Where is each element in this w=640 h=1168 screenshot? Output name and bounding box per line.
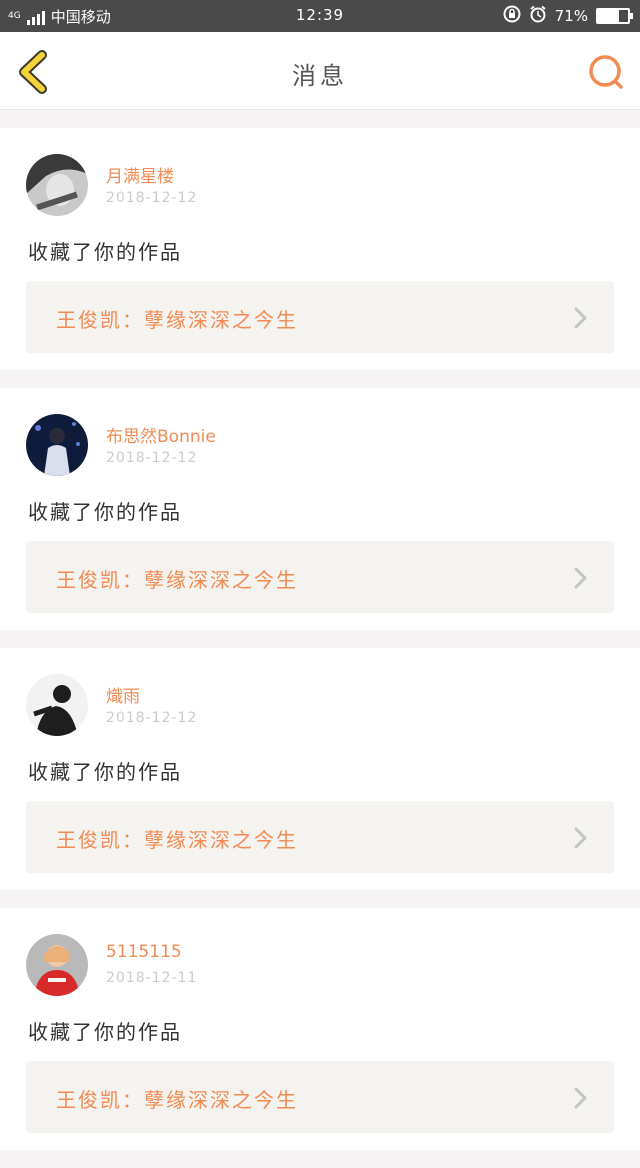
avatar[interactable]: [26, 154, 88, 216]
username[interactable]: 5115115: [106, 942, 182, 962]
status-bar: 4G 中国移动 12:39 71%: [0, 0, 640, 32]
notification-action: 收藏了你的作品: [28, 1020, 182, 1044]
notification-action: 收藏了你的作品: [28, 240, 182, 264]
chevron-right-icon: [574, 307, 587, 329]
lock-rotation-icon: [503, 5, 521, 27]
work-title: 王俊凯：孽缘深深之今生: [56, 1088, 298, 1112]
work-link[interactable]: 王俊凯：孽缘深深之今生: [26, 1061, 614, 1133]
username[interactable]: 月满星楼: [106, 162, 174, 187]
avatar[interactable]: [26, 934, 88, 996]
username[interactable]: 熾雨: [106, 682, 140, 707]
notification-date: 2018-12-12: [106, 710, 198, 726]
notification-list: 月满星楼 2018-12-12 收藏了你的作品 王俊凯：孽缘深深之今生 布思然B…: [0, 128, 640, 1168]
alarm-icon: [529, 5, 547, 27]
notification-card: 布思然Bonnie 2018-12-12 收藏了你的作品 王俊凯：孽缘深深之今生: [0, 388, 640, 630]
notification-card: 熾雨 2018-12-12 收藏了你的作品 王俊凯：孽缘深深之今生: [0, 648, 640, 890]
status-right: 71%: [503, 5, 633, 27]
battery-icon: [596, 8, 633, 24]
work-title: 王俊凯：孽缘深深之今生: [56, 568, 298, 592]
chevron-right-icon: [574, 827, 587, 849]
notification-action: 收藏了你的作品: [28, 500, 182, 524]
notification-action: 收藏了你的作品: [28, 760, 182, 784]
page-title: 消息: [292, 62, 348, 90]
work-title: 王俊凯：孽缘深深之今生: [56, 308, 298, 332]
battery-percent: 71%: [554, 7, 588, 25]
search-button[interactable]: [586, 52, 626, 92]
work-link[interactable]: 王俊凯：孽缘深深之今生: [26, 801, 614, 873]
notification-date: 2018-12-12: [106, 450, 198, 466]
notification-card: 月满星楼 2018-12-12 收藏了你的作品 王俊凯：孽缘深深之今生: [0, 128, 640, 370]
notification-date: 2018-12-11: [106, 970, 198, 986]
username[interactable]: 布思然Bonnie: [106, 422, 216, 447]
avatar[interactable]: [26, 414, 88, 476]
notification-date: 2018-12-12: [106, 190, 198, 206]
work-link[interactable]: 王俊凯：孽缘深深之今生: [26, 541, 614, 613]
top-nav: 消息: [0, 32, 640, 110]
chevron-right-icon: [574, 1087, 587, 1109]
chevron-right-icon: [574, 567, 587, 589]
avatar[interactable]: [26, 674, 88, 736]
work-title: 王俊凯：孽缘深深之今生: [56, 828, 298, 852]
work-link[interactable]: 王俊凯：孽缘深深之今生: [26, 281, 614, 353]
search-icon: [589, 55, 623, 89]
notification-card: 5115115 2018-12-11 收藏了你的作品 王俊凯：孽缘深深之今生: [0, 908, 640, 1150]
